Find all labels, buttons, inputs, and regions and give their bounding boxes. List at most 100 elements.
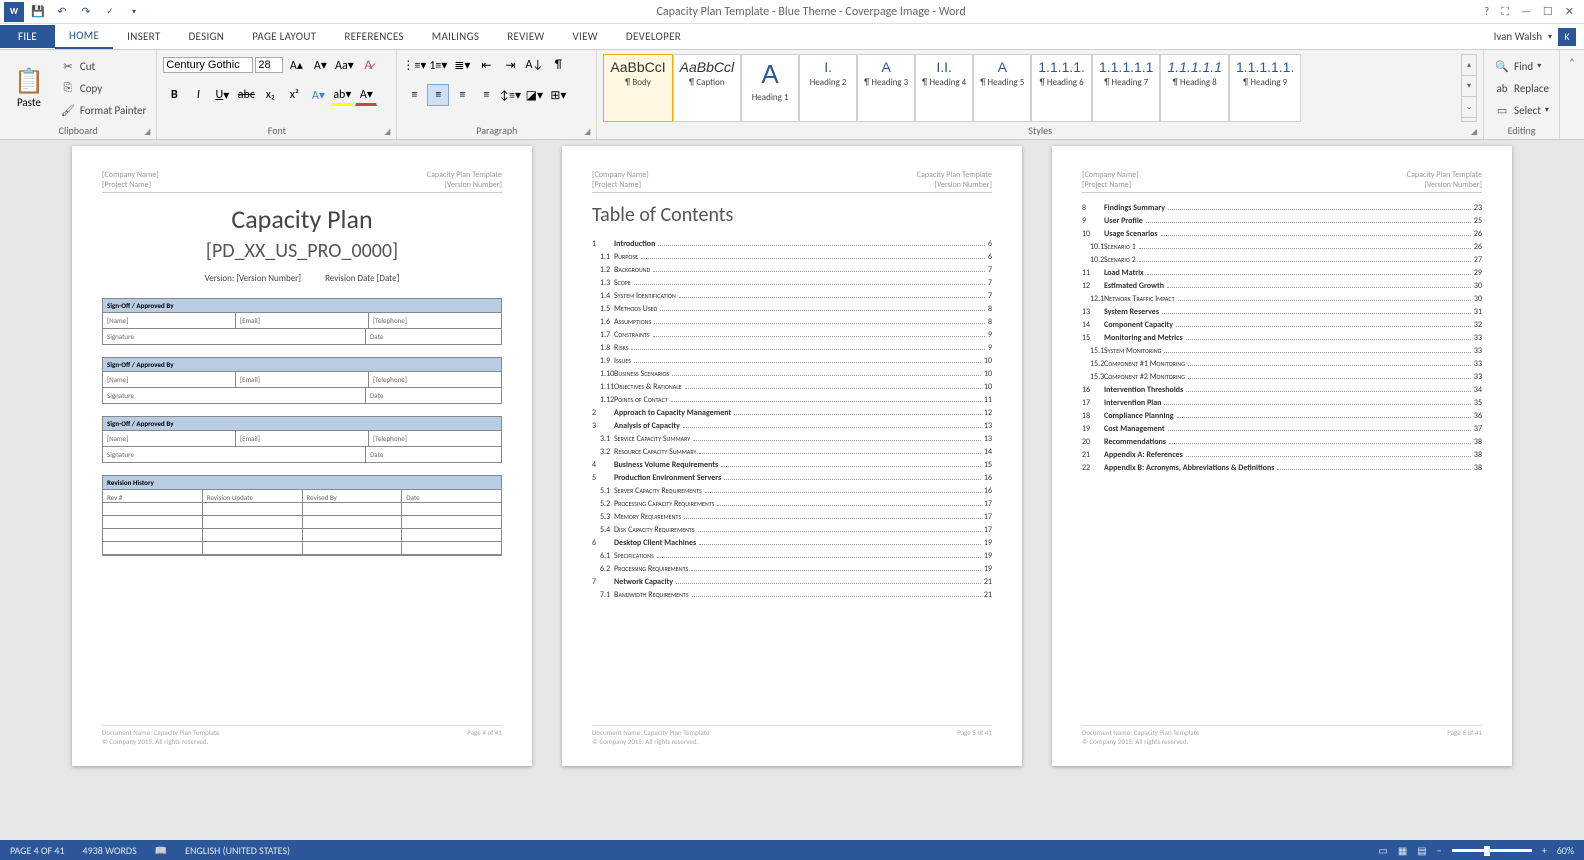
ribbon-display-icon[interactable]: ⛶ bbox=[1501, 5, 1509, 19]
help-icon[interactable]: ? bbox=[1484, 5, 1489, 19]
increase-indent-button[interactable]: ⇥ bbox=[499, 54, 521, 76]
zoom-slider[interactable] bbox=[1452, 849, 1532, 852]
scroll-down-icon[interactable]: ▾ bbox=[1462, 76, 1476, 97]
numbering-button[interactable]: 1≡▾ bbox=[427, 54, 449, 76]
signoff-block: Sign-Off / Approved By [Name][Email][Tel… bbox=[102, 357, 502, 404]
qat-customize-icon[interactable]: ▾ bbox=[124, 2, 144, 22]
highlight-button[interactable]: ab▾ bbox=[331, 84, 353, 106]
scroll-up-icon[interactable]: ▴ bbox=[1462, 55, 1476, 76]
minimize-icon[interactable]: — bbox=[1521, 5, 1531, 19]
proofing-icon[interactable]: 📖 bbox=[155, 844, 167, 857]
replace-button[interactable]: abReplace bbox=[1490, 78, 1553, 98]
status-language[interactable]: ENGLISH (UNITED STATES) bbox=[185, 844, 290, 857]
toc-entry: 1.2Background7 bbox=[592, 265, 992, 275]
underline-button[interactable]: U▾ bbox=[211, 84, 233, 106]
tab-mailings[interactable]: MAILINGS bbox=[418, 25, 493, 48]
window-title: Capacity Plan Template - Blue Theme - Co… bbox=[148, 5, 1474, 19]
style-body[interactable]: AaBbCcI¶ Body bbox=[603, 54, 672, 122]
toc-entry: 6Desktop Client Machines19 bbox=[592, 538, 992, 548]
shrink-font-button[interactable]: A▾ bbox=[309, 54, 331, 76]
shading-button[interactable]: ◪▾ bbox=[523, 84, 545, 106]
text-effects-button[interactable]: A▾ bbox=[307, 84, 329, 106]
select-button[interactable]: ▭Select▾ bbox=[1490, 100, 1553, 120]
strikethrough-button[interactable]: abc bbox=[235, 84, 257, 106]
tab-view[interactable]: VIEW bbox=[559, 25, 612, 48]
styles-gallery[interactable]: AaBbCcI¶ BodyAaBbCcl¶ CaptionAHeading 1I… bbox=[603, 54, 1457, 122]
toc-entry: 3.1Service Capacity Summary13 bbox=[592, 434, 992, 444]
justify-button[interactable]: ≡ bbox=[475, 84, 497, 106]
launcher-icon[interactable]: ◢ bbox=[1471, 127, 1477, 137]
find-button[interactable]: 🔍Find▾ bbox=[1490, 56, 1553, 76]
toc-entry: 4Business Volume Requirements15 bbox=[592, 460, 992, 470]
align-left-button[interactable]: ≡ bbox=[403, 84, 425, 106]
italic-button[interactable]: I bbox=[187, 84, 209, 106]
align-right-button[interactable]: ≡ bbox=[451, 84, 473, 106]
style-caption[interactable]: AaBbCcl¶ Caption bbox=[673, 54, 741, 122]
clear-formatting-button[interactable]: A̷ bbox=[357, 54, 379, 76]
collapse-ribbon-icon[interactable]: ˄ bbox=[1560, 50, 1584, 139]
tab-home[interactable]: HOME bbox=[55, 24, 113, 49]
show-marks-button[interactable]: ¶ bbox=[547, 54, 569, 76]
save-icon[interactable]: 💾 bbox=[28, 2, 48, 22]
bullets-button[interactable]: ⋮≡▾ bbox=[403, 54, 425, 76]
redo-icon[interactable]: ↷ bbox=[76, 2, 96, 22]
toc-entry: 1.7Constraints9 bbox=[592, 330, 992, 340]
tab-page-layout[interactable]: PAGE LAYOUT bbox=[238, 25, 330, 48]
spellcheck-icon[interactable]: ✓ bbox=[100, 2, 120, 22]
toc-list: 8Findings Summary239User Profile2510Usag… bbox=[1082, 203, 1482, 473]
undo-icon[interactable]: ↶ bbox=[52, 2, 72, 22]
bold-button[interactable]: B bbox=[163, 84, 185, 106]
read-mode-icon[interactable]: ▭ bbox=[1378, 844, 1387, 857]
status-page[interactable]: PAGE 4 OF 41 bbox=[10, 844, 65, 857]
grow-font-button[interactable]: A▴ bbox=[285, 54, 307, 76]
style-heading1[interactable]: AHeading 1 bbox=[741, 54, 799, 122]
tab-design[interactable]: DESIGN bbox=[174, 25, 238, 48]
styles-expand-icon[interactable]: ⌄ bbox=[1462, 97, 1476, 118]
user-area[interactable]: Ivan Walsh ▾ K bbox=[1494, 28, 1584, 46]
toc-entry: 7.1Bandwidth Requirements21 bbox=[592, 590, 992, 600]
align-center-button[interactable]: ≡ bbox=[427, 84, 449, 106]
font-size-select[interactable] bbox=[255, 57, 283, 73]
font-name-select[interactable] bbox=[163, 57, 253, 73]
document-area[interactable]: [Company Name][Project Name] Capacity Pl… bbox=[0, 140, 1584, 840]
print-layout-icon[interactable]: ▦ bbox=[1398, 844, 1407, 857]
zoom-out-icon[interactable]: − bbox=[1437, 844, 1442, 857]
styles-scroll: ▴ ▾ ⌄ bbox=[1461, 54, 1477, 122]
cut-button[interactable]: ✂Cut bbox=[56, 56, 150, 76]
launcher-icon[interactable]: ◢ bbox=[384, 127, 390, 137]
style-heading7[interactable]: 1.1.1.1.1¶ Heading 7 bbox=[1092, 54, 1161, 122]
subscript-button[interactable]: x₂ bbox=[259, 84, 281, 106]
style-heading9[interactable]: 1.1.1.1.1.¶ Heading 9 bbox=[1229, 54, 1301, 122]
style-heading4[interactable]: I.I.¶ Heading 4 bbox=[915, 54, 973, 122]
tab-file[interactable]: FILE bbox=[0, 25, 55, 48]
launcher-icon[interactable]: ◢ bbox=[144, 127, 150, 137]
zoom-in-icon[interactable]: + bbox=[1542, 844, 1547, 857]
tab-review[interactable]: REVIEW bbox=[493, 25, 558, 48]
line-spacing-button[interactable]: ↕≡▾ bbox=[499, 84, 521, 106]
style-heading8[interactable]: 1.1.1.1.1¶ Heading 8 bbox=[1160, 54, 1229, 122]
style-heading6[interactable]: 1.1.1.1.¶ Heading 6 bbox=[1031, 54, 1092, 122]
tab-insert[interactable]: INSERT bbox=[113, 25, 174, 48]
style-heading5[interactable]: A¶ Heading 5 bbox=[973, 54, 1031, 122]
multilevel-button[interactable]: ≣▾ bbox=[451, 54, 473, 76]
copy-button[interactable]: ⎘Copy bbox=[56, 78, 150, 98]
zoom-level[interactable]: 60% bbox=[1557, 844, 1574, 857]
font-color-button[interactable]: A▾ bbox=[355, 84, 377, 106]
style-heading3[interactable]: A¶ Heading 3 bbox=[857, 54, 915, 122]
change-case-button[interactable]: Aa▾ bbox=[333, 54, 355, 76]
launcher-icon[interactable]: ◢ bbox=[584, 127, 590, 137]
toc-entry: 5.4Disk Capacity Requirements17 bbox=[592, 525, 992, 535]
status-words[interactable]: 4938 WORDS bbox=[83, 844, 137, 857]
format-painter-button[interactable]: 🖌Format Painter bbox=[56, 100, 150, 120]
decrease-indent-button[interactable]: ⇤ bbox=[475, 54, 497, 76]
maximize-icon[interactable]: ☐ bbox=[1543, 5, 1553, 19]
superscript-button[interactable]: x² bbox=[283, 84, 305, 106]
sort-button[interactable]: A↓ bbox=[523, 54, 545, 76]
tab-developer[interactable]: DEVELOPER bbox=[612, 25, 695, 48]
web-layout-icon[interactable]: ▤ bbox=[1417, 844, 1426, 857]
close-icon[interactable]: ✕ bbox=[1565, 5, 1574, 19]
paste-button[interactable]: 📋 Paste bbox=[6, 54, 52, 122]
tab-references[interactable]: REFERENCES bbox=[330, 25, 417, 48]
style-heading2[interactable]: I.Heading 2 bbox=[799, 54, 857, 122]
borders-button[interactable]: ⊞▾ bbox=[547, 84, 569, 106]
